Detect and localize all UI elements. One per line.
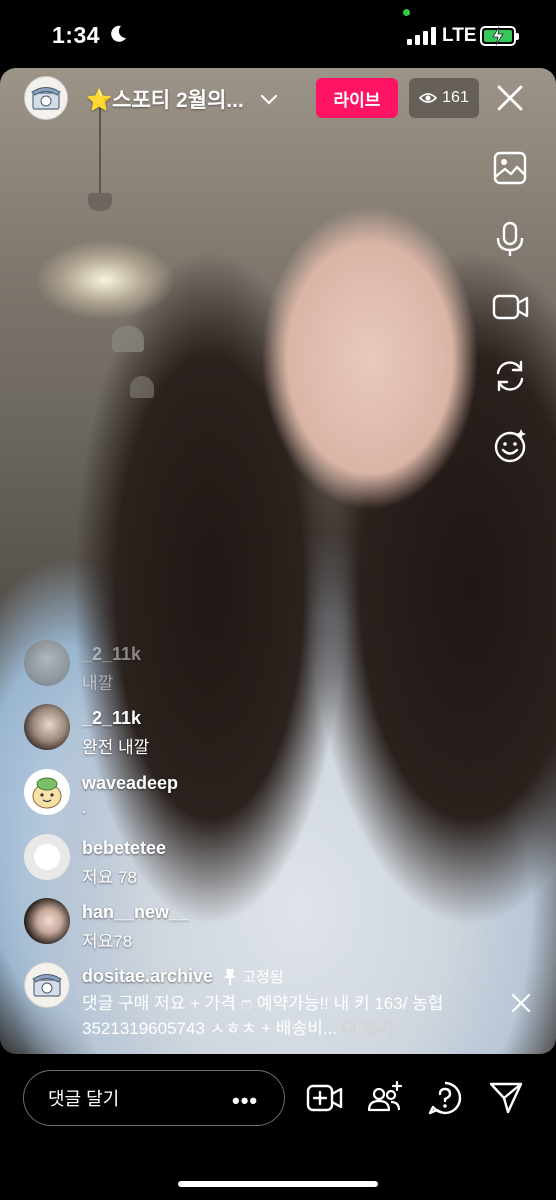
comment-item[interactable]: bebetetee 저요 78: [24, 834, 166, 888]
comment-text: 완전 내깔: [82, 738, 150, 757]
moon-icon: [111, 25, 126, 42]
unpin-close-icon[interactable]: [510, 992, 532, 1014]
eye-icon: [419, 93, 438, 103]
comment-item[interactable]: waveadeep .: [24, 769, 178, 818]
pin-icon: [224, 968, 237, 985]
status-time: 1:34: [52, 22, 101, 48]
host-avatar[interactable]: [24, 76, 68, 120]
more-options-button[interactable]: •••: [232, 1088, 258, 1114]
status-bar: 1:34 LTE: [0, 0, 556, 68]
comment-placeholder: 댓글 달기: [48, 1089, 120, 1109]
question-icon[interactable]: [427, 1080, 463, 1116]
comment-text: 내깔: [82, 674, 114, 693]
pinned-label-text: 고정됨: [242, 969, 284, 986]
pinned-label: 고정됨: [223, 966, 283, 987]
viewer-count-badge[interactable]: 161: [409, 78, 479, 118]
telephone-logo-icon: [32, 974, 62, 997]
comment-text: 저요 78: [82, 868, 137, 887]
viewer-count: 161: [442, 89, 469, 106]
default-avatar-icon: [24, 834, 70, 880]
live-title-text: ⭐스포티 2월의...: [86, 89, 244, 112]
avatar: [24, 704, 70, 750]
battery-icon: [480, 26, 519, 46]
see-more-link[interactable]: 더 보기: [342, 1019, 394, 1038]
home-indicator[interactable]: [178, 1181, 378, 1187]
add-video-icon[interactable]: [306, 1080, 344, 1116]
camera-in-use-indicator: [403, 9, 410, 16]
flip-camera-icon[interactable]: [492, 358, 528, 394]
comment-username: bebetetee: [82, 838, 167, 858]
pinned-comment[interactable]: dositae.archive 고정됨 댓글 구매 저요 + 가격 ෆ 예약가능…: [24, 962, 544, 1041]
pinned-comment-text: 댓글 구매 저요 + 가격 ෆ 예약가능!! 내 키 163/ 농협 35213…: [82, 991, 492, 1041]
comment-item[interactable]: _2_11k 완전 내깔: [24, 704, 149, 758]
effects-icon[interactable]: [492, 428, 528, 464]
comment-username: han__new__: [82, 902, 190, 922]
cartoon-character-icon: [32, 777, 62, 809]
chevron-down-icon: [260, 94, 277, 105]
comment-username: waveadeep: [82, 773, 179, 793]
live-title[interactable]: ⭐스포티 2월의...: [86, 84, 280, 114]
comment-text: .: [82, 798, 87, 817]
comment-username: _2_11k: [82, 644, 142, 664]
comment-username: dositae.archive: [82, 966, 214, 986]
telephone-logo-icon: [31, 87, 61, 110]
comment-item[interactable]: _2_11k 내깔: [24, 640, 141, 694]
microphone-icon[interactable]: [492, 220, 528, 258]
gallery-icon[interactable]: [492, 150, 528, 186]
comment-item[interactable]: han__new__ 저요78: [24, 898, 189, 952]
avatar: [24, 962, 70, 1008]
lamp-cord: [99, 108, 101, 198]
avatar: [24, 769, 70, 815]
ceiling-lamp: [88, 193, 112, 211]
share-send-icon[interactable]: [488, 1080, 524, 1116]
avatar: [24, 898, 70, 944]
close-icon[interactable]: [494, 82, 526, 114]
ceiling-lamp: [130, 376, 154, 398]
ceiling-lamp: [112, 326, 144, 352]
video-camera-icon[interactable]: [492, 290, 530, 324]
network-type: LTE: [442, 25, 477, 46]
avatar: [24, 640, 70, 686]
comment-username: _2_11k: [82, 708, 142, 728]
comment-text: 저요78: [82, 932, 133, 951]
signal-icon: [407, 27, 436, 45]
invite-guest-icon[interactable]: [366, 1080, 404, 1116]
live-badge: 라이브: [316, 78, 398, 118]
avatar: [24, 834, 70, 880]
